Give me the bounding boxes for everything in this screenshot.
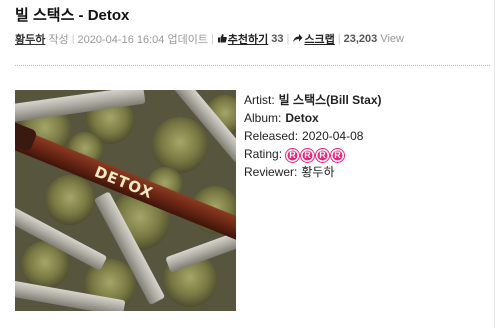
reviewer-row: Reviewer: 황두하 bbox=[244, 163, 382, 181]
review-info: Artist: 빌 스택스(Bill Stax) Album: Detox Re… bbox=[244, 91, 382, 181]
rating-badge-icon: R bbox=[301, 149, 315, 162]
artist-value: 빌 스택스(Bill Stax) bbox=[278, 93, 382, 107]
scrap-button[interactable]: 스크랩 bbox=[304, 31, 334, 47]
album-cover: DETOX bbox=[15, 90, 236, 311]
meta-separator: | bbox=[210, 33, 214, 45]
rating-label: Rating: bbox=[244, 147, 283, 161]
artist-row: Artist: 빌 스택스(Bill Stax) bbox=[244, 91, 382, 109]
post-meta: 황두하 작성 | 2020-04-16 16:04 업데이트 | 추천하기 33… bbox=[15, 31, 404, 47]
album-label: Album: bbox=[244, 111, 282, 125]
recommend-button[interactable]: 추천하기 bbox=[228, 31, 268, 47]
rating-badges: RRRR bbox=[286, 145, 346, 163]
recommend-count: 33 bbox=[271, 33, 284, 45]
album-row: Album: Detox bbox=[244, 109, 382, 127]
meta-separator: | bbox=[337, 33, 341, 45]
meta-separator: | bbox=[71, 33, 75, 45]
scrap-icon bbox=[292, 33, 303, 46]
author-link[interactable]: 황두하 bbox=[15, 31, 45, 47]
reviewer-label: Reviewer: bbox=[244, 165, 298, 179]
views-label: View bbox=[380, 33, 404, 45]
rating-badge-icon: R bbox=[331, 149, 345, 162]
thumbs-up-icon bbox=[217, 33, 227, 46]
released-label: Released: bbox=[244, 129, 299, 143]
album-value: Detox bbox=[285, 111, 319, 125]
reviewer-value: 황두하 bbox=[301, 165, 335, 179]
updated-timestamp: 2020-04-16 16:04 업데이트 bbox=[77, 34, 208, 46]
views-count: 23,203 bbox=[343, 33, 378, 45]
released-row: Released: 2020-04-08 bbox=[244, 127, 382, 145]
meta-separator: | bbox=[286, 33, 290, 45]
released-value: 2020-04-08 bbox=[302, 129, 364, 143]
author-suffix: 작성 bbox=[48, 34, 69, 46]
page-title: 빌 스택스 - Detox bbox=[15, 7, 130, 24]
section-divider bbox=[15, 65, 490, 66]
artist-label: Artist: bbox=[244, 93, 275, 107]
rating-row: Rating: RRRR bbox=[244, 145, 382, 163]
rating-badge-icon: R bbox=[316, 149, 330, 162]
rating-badge-icon: R bbox=[286, 149, 300, 162]
